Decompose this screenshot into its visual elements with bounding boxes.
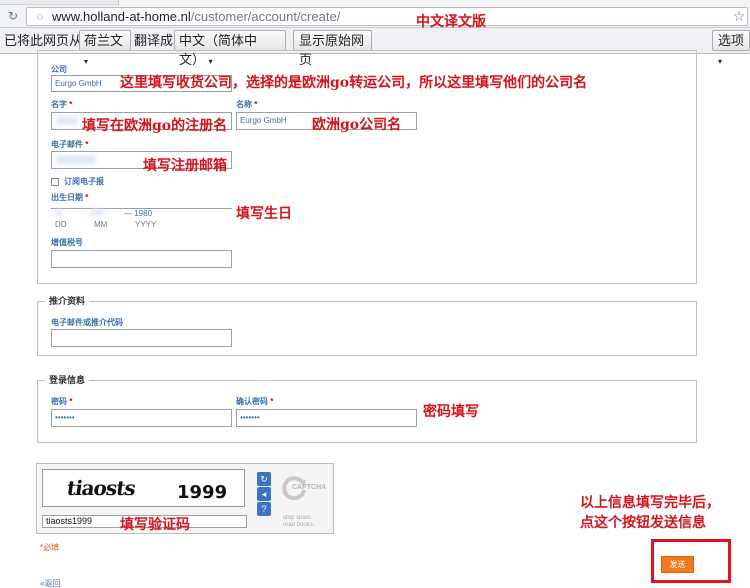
required-mark: * bbox=[69, 100, 73, 109]
password-label: 密码 * bbox=[51, 397, 72, 407]
redacted-email bbox=[56, 155, 96, 164]
recaptcha-brand: CAPTCHA bbox=[292, 484, 327, 491]
bookmark-star-icon[interactable]: ☆ bbox=[731, 8, 747, 24]
confirm-password-label-text: 确认密码 bbox=[236, 397, 268, 406]
vat-input[interactable] bbox=[51, 250, 232, 268]
login-legend: 登录信息 bbox=[45, 375, 90, 386]
dob-month-input[interactable] bbox=[86, 209, 110, 219]
translate-options-button[interactable]: 选项 ▾ bbox=[712, 30, 750, 66]
email-label-text: 电子邮件 bbox=[51, 140, 83, 149]
url-path: /customer/account/create/ bbox=[190, 9, 341, 24]
last-name-label-text: 名称 bbox=[236, 100, 252, 109]
recaptcha-tagline-2: read books. bbox=[283, 522, 315, 528]
captcha-audio-icon[interactable]: ◂ bbox=[257, 487, 271, 501]
dob-day-input[interactable] bbox=[51, 209, 75, 219]
url-text[interactable]: www.holland-at-home.nl/customer/account/… bbox=[52, 9, 340, 24]
first-name-label: 名字 * bbox=[51, 100, 72, 110]
reload-icon[interactable]: ↻ bbox=[6, 9, 20, 23]
required-mark: * bbox=[270, 397, 274, 406]
newsletter-checkbox[interactable] bbox=[51, 178, 59, 186]
confirm-password-label: 确认密码 * bbox=[236, 397, 273, 407]
show-original-button[interactable]: 显示原始网页 bbox=[293, 30, 372, 67]
url-host: www.holland-at-home.nl bbox=[52, 9, 191, 24]
password-label-text: 密码 bbox=[51, 397, 67, 406]
recaptcha-logo: CAPTCHA bbox=[278, 472, 328, 506]
chevron-down-icon: ▾ bbox=[718, 57, 723, 66]
referral-input[interactable] bbox=[51, 329, 232, 347]
referral-label: 电子邮件或推介代码 bbox=[51, 318, 123, 327]
dob-label-text: 出生日期 bbox=[51, 193, 83, 202]
captcha-image: tiaosts 1999 bbox=[42, 469, 245, 507]
redacted-first-name bbox=[56, 116, 78, 125]
annotation-submit-line2: 点这个按钮发送信息 bbox=[580, 515, 706, 531]
captcha-number: 1999 bbox=[177, 482, 228, 503]
options-label: 选项 bbox=[718, 33, 745, 48]
source-language-label: 荷兰文 bbox=[84, 33, 124, 48]
email-label: 电子邮件 * bbox=[51, 140, 88, 150]
translate-middle: 翻译成 bbox=[134, 33, 174, 48]
annotation-captcha: 填写验证码 bbox=[120, 517, 190, 533]
last-name-label: 名称 * bbox=[236, 100, 257, 110]
dob-year-value: 1980 bbox=[134, 209, 153, 218]
annotation-email: 填写注册邮箱 bbox=[143, 158, 227, 174]
annotation-last-name: 欧洲go公司名 bbox=[312, 117, 402, 133]
annotation-submit-line1: 以上信息填写完毕后， bbox=[580, 495, 720, 511]
company-label: 公司 bbox=[51, 65, 67, 74]
dob-label: 出生日期 * bbox=[51, 193, 88, 203]
newsletter-label: 订阅电子报 bbox=[64, 177, 104, 186]
dob-year-input[interactable]: — 1980 bbox=[124, 209, 164, 219]
dob-day-hint: DD bbox=[55, 220, 67, 229]
required-mark: * bbox=[85, 193, 89, 202]
annotation-dob: 填写生日 bbox=[236, 206, 292, 222]
password-input[interactable]: ••••••• bbox=[51, 409, 232, 427]
vat-label: 增值税号 bbox=[51, 238, 83, 247]
captcha-help-icon[interactable]: ? bbox=[257, 502, 271, 516]
recaptcha-tagline-1: stop spam. bbox=[283, 515, 313, 521]
submit-button[interactable]: 发送 bbox=[661, 556, 694, 573]
dob-year-hint: YYYY bbox=[135, 220, 157, 229]
confirm-password-input[interactable]: ••••••• bbox=[236, 409, 417, 427]
back-link[interactable]: «返回 bbox=[40, 580, 60, 588]
dob-month-hint: MM bbox=[94, 220, 108, 229]
first-name-label-text: 名字 bbox=[51, 100, 67, 109]
referral-legend: 推介资料 bbox=[45, 296, 90, 307]
annotation-company: 这里填写收货公司，选择的是欧洲go转运公司，所以这里填写他们的公司名 bbox=[120, 75, 588, 91]
captcha-refresh-icon[interactable]: ↻ bbox=[257, 472, 271, 486]
annotation-first-name: 填写在欧洲go的注册名 bbox=[82, 118, 228, 134]
required-mark: * bbox=[254, 100, 258, 109]
target-language-select[interactable]: 中文（简体中文） ▾ bbox=[174, 30, 286, 67]
required-note: *必填 bbox=[40, 543, 60, 552]
annotation-version: 中文译文版 bbox=[416, 14, 486, 30]
required-mark: * bbox=[85, 140, 89, 149]
translate-prefix: 已将此网页从 bbox=[4, 33, 83, 48]
required-mark: * bbox=[69, 397, 73, 406]
page-info-icon[interactable]: ◌ bbox=[33, 9, 47, 23]
source-language-select[interactable]: 荷兰文 ▾ bbox=[79, 30, 131, 66]
annotation-password: 密码填写 bbox=[423, 404, 479, 420]
captcha-word: tiaosts bbox=[65, 476, 137, 500]
